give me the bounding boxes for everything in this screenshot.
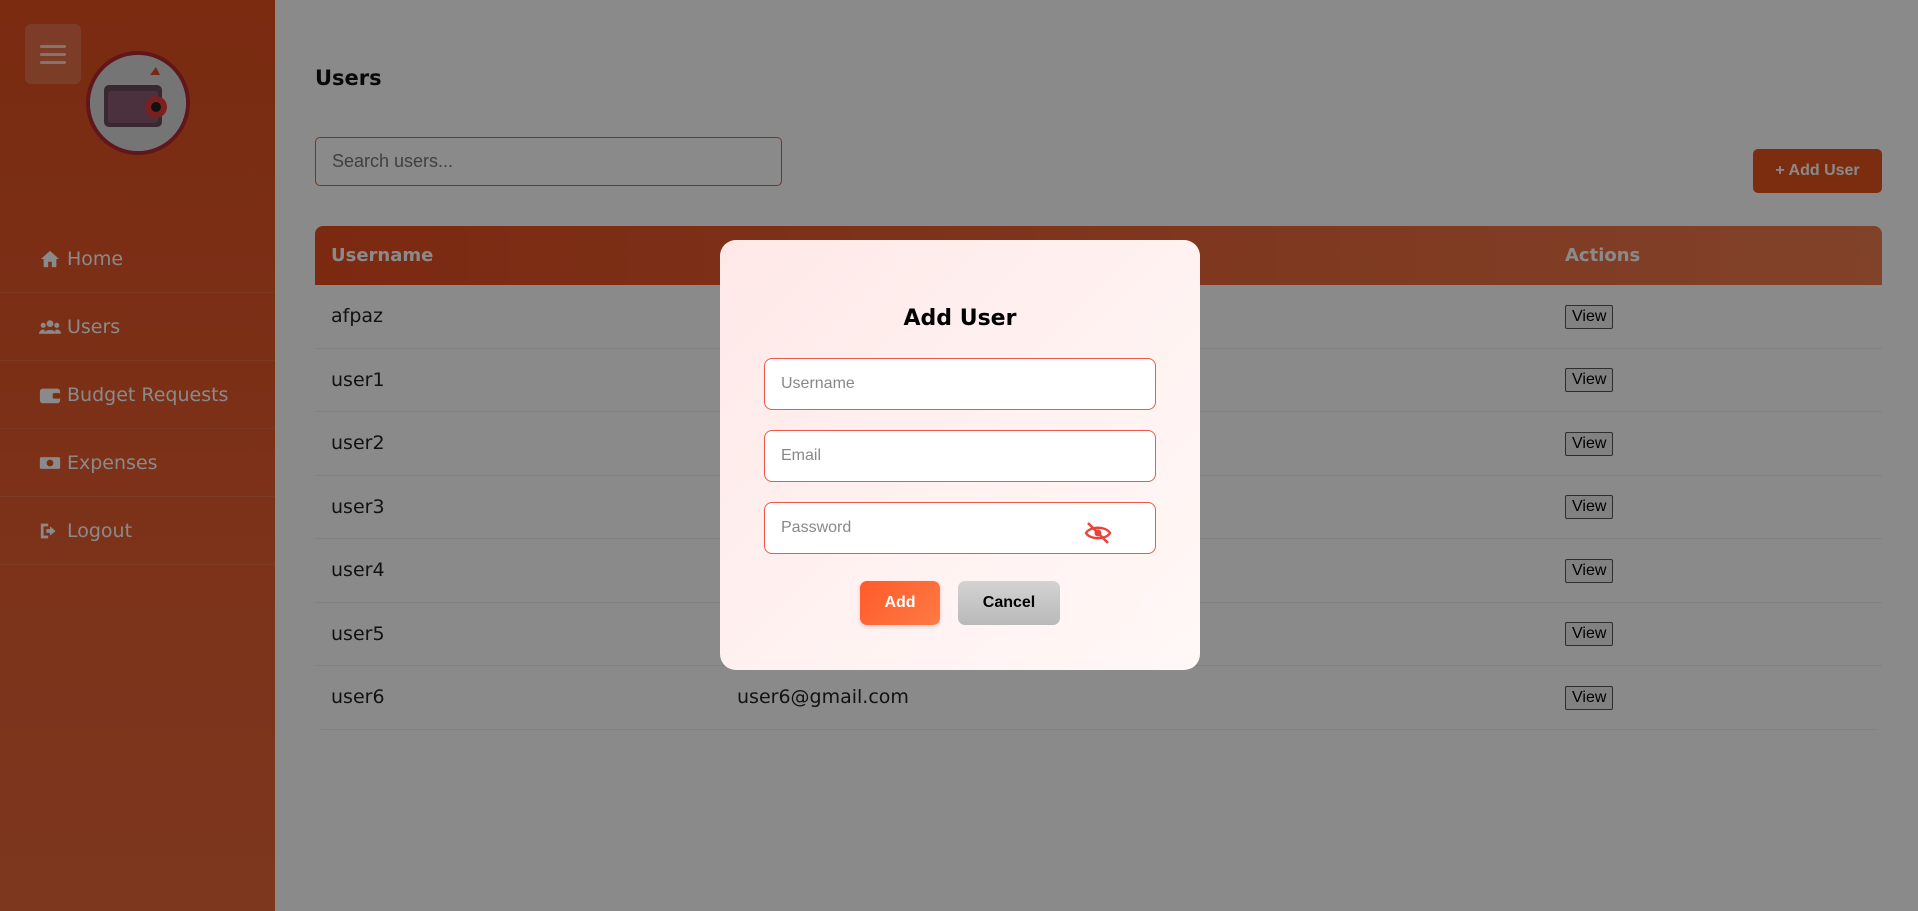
username-field[interactable] (764, 358, 1156, 410)
add-user-modal: Add User Add Cancel (720, 240, 1200, 670)
cancel-button[interactable]: Cancel (958, 581, 1060, 625)
modal-title: Add User (903, 306, 1017, 331)
eye-slash-icon[interactable] (1084, 521, 1112, 545)
email-field[interactable] (764, 430, 1156, 482)
add-button[interactable]: Add (860, 581, 940, 625)
